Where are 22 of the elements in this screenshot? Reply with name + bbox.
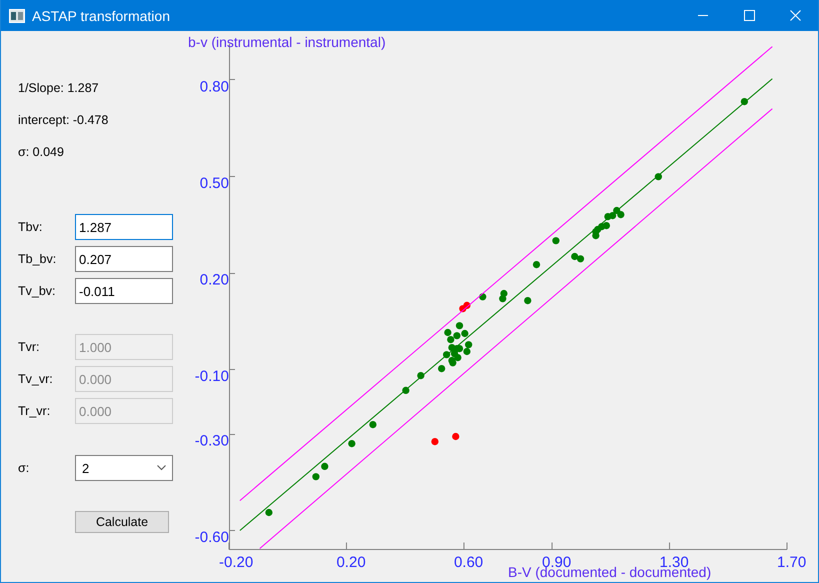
field-label: Tvr: [18, 340, 41, 354]
axis-tick-label: -0.10 [194, 368, 229, 386]
axis-tick-label: 0.20 [200, 272, 229, 289]
field-label: Tbv: [18, 220, 44, 234]
field-label: Tb_bv: [18, 252, 58, 266]
axis-title: b-v (instrumental - instrumental) [189, 34, 386, 50]
field-label: Tv_bv: [18, 284, 57, 298]
field-label: Tv_vr: [18, 372, 54, 386]
axis-tick-label: -0.60 [194, 529, 229, 546]
statistic-text: σ: 0.049 [18, 144, 65, 160]
axis-tick-label: 0.80 [200, 78, 229, 96]
axis-tick-label: -0.20 [219, 554, 254, 571]
axis-tick-label: 1.70 [777, 554, 806, 571]
window-title: ASTAP transformation [32, 8, 171, 24]
field-label: σ: [18, 461, 30, 475]
axis-tick-label: 0.60 [454, 554, 484, 571]
statistic-text: 1/Slope: 1.287 [18, 80, 100, 96]
field-label: Tr_vr: [18, 404, 52, 418]
axis-tick-label: 0.20 [336, 554, 366, 571]
statistic-text: intercept: -0.478 [18, 112, 110, 128]
axis-tick-label: -0.30 [194, 432, 229, 450]
axis-tick-label: 0.50 [200, 175, 229, 192]
